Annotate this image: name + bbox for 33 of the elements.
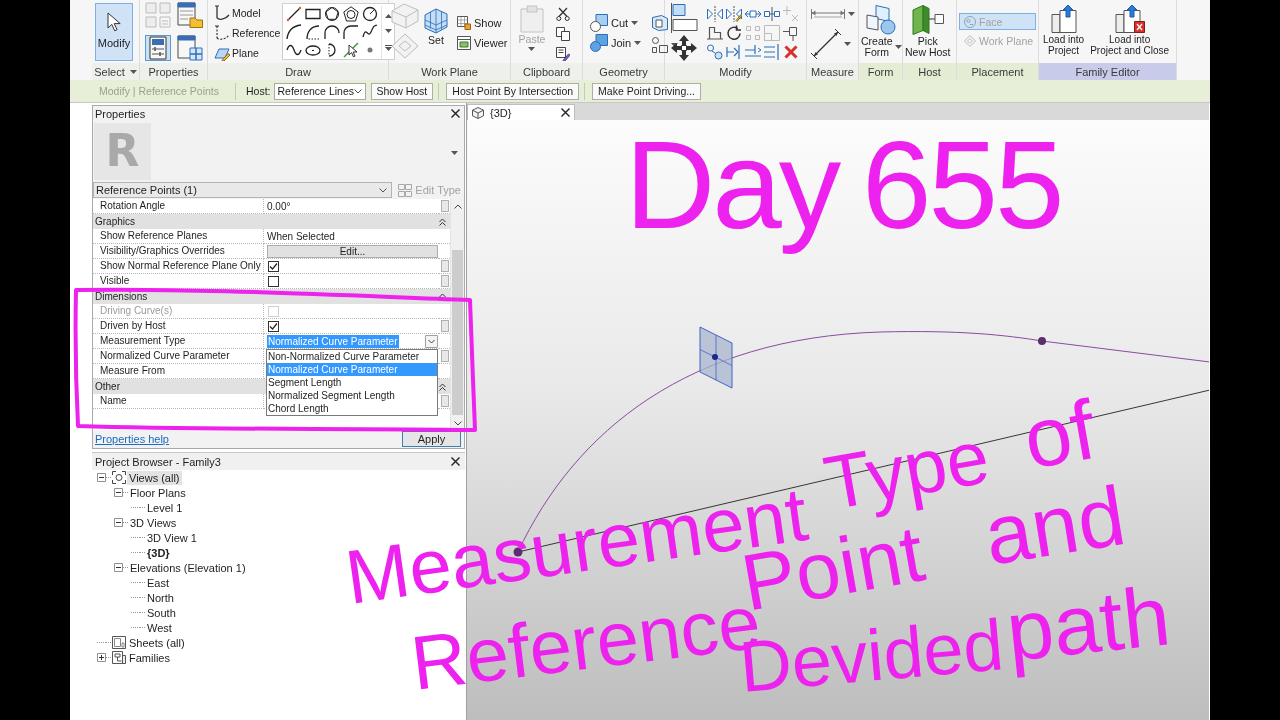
property-name: Name xyxy=(100,395,127,406)
property-name: Show Reference Planes xyxy=(100,230,208,241)
panel-label: Draw xyxy=(285,65,311,78)
property-name: Measure From xyxy=(100,365,165,376)
logo-letter: R xyxy=(105,129,140,173)
panel-label: Placement xyxy=(971,65,1024,78)
panel-label: Clipboard xyxy=(522,65,571,78)
property-name: Driving Curve(s) xyxy=(100,305,173,316)
panel-label: Family Editor xyxy=(1075,65,1140,78)
panel-label: Measure xyxy=(811,65,854,78)
handwritten-annotation: Day xyxy=(625,114,840,256)
panel-label: Modify xyxy=(719,65,752,78)
property-name: Measurement Type xyxy=(100,335,186,346)
property-value: When Selected xyxy=(267,230,335,242)
property-name: Visibility/Graphics Overrides xyxy=(100,245,225,256)
context-label: Modify | Reference Points xyxy=(99,85,219,97)
property-name: Visible xyxy=(100,275,130,286)
panel-label: Work Plane xyxy=(421,65,478,78)
handwritten-annotation: path xyxy=(1001,567,1175,681)
handwritten-annotation: 655 xyxy=(862,114,1063,256)
panel-label: Geometry xyxy=(599,65,648,78)
host-label: Host: xyxy=(246,85,271,97)
panel-label: Form xyxy=(867,65,894,78)
panel-label: Properties xyxy=(148,65,199,78)
property-name: Normalized Curve Parameter xyxy=(100,350,230,361)
palette-title: Properties xyxy=(95,107,146,120)
handwritten-annotation: of xyxy=(1016,381,1103,487)
browser-title: Project Browser - Family3 xyxy=(95,455,221,468)
property-name: Rotation Angle xyxy=(100,200,166,211)
property-name: Driven by Host xyxy=(100,320,166,331)
property-name: Show Normal Reference Plane Only xyxy=(100,260,261,271)
property-value: 0.00° xyxy=(267,200,291,212)
panel-label: Host xyxy=(918,65,941,78)
